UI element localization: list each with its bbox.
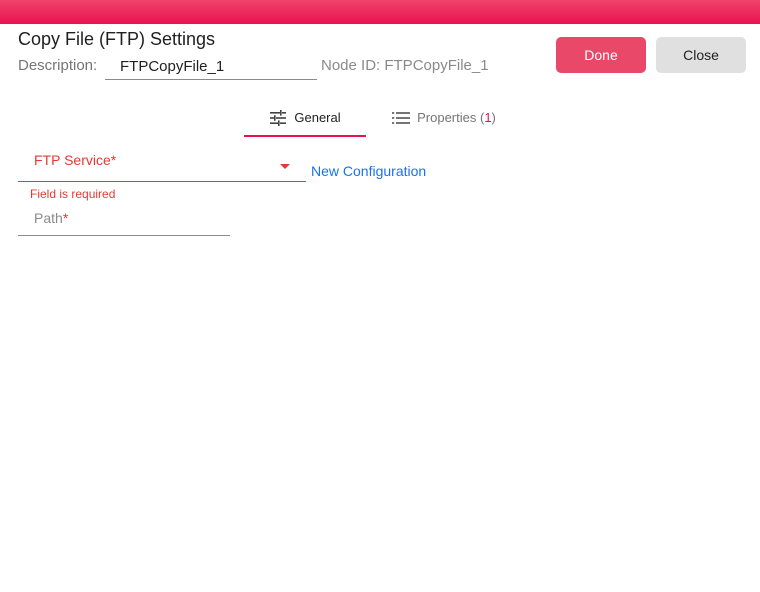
description-input[interactable] <box>105 54 317 80</box>
ftp-service-label: FTP Service* <box>34 152 116 168</box>
required-mark: * <box>110 152 117 168</box>
node-id-value: Node ID: FTPCopyFile_1 <box>321 57 489 74</box>
close-button[interactable]: Close <box>656 37 746 73</box>
tab-general[interactable]: General <box>244 100 366 137</box>
done-button[interactable]: Done <box>556 37 646 73</box>
path-label: Path* <box>34 210 68 226</box>
node-id-text: Node ID: FTPCopyFile_1 <box>321 57 489 74</box>
ftp-service-select[interactable]: FTP Service* <box>18 143 306 182</box>
path-input[interactable]: Path* <box>18 202 230 236</box>
description-label: Description: <box>18 57 98 74</box>
tab-general-label: General <box>294 110 341 125</box>
dropdown-caret-icon[interactable] <box>280 164 290 169</box>
ftp-service-label-text: FTP Service <box>34 152 111 168</box>
tab-properties-label: Properties ( <box>417 110 485 125</box>
top-accent-bar <box>0 0 760 24</box>
sliders-icon <box>270 109 287 126</box>
properties-count-badge: 1 <box>484 110 492 125</box>
ftp-service-error: Field is required <box>30 187 116 201</box>
dialog-title: Copy File (FTP) Settings <box>18 29 216 49</box>
tab-properties[interactable]: Properties (1) <box>392 100 496 135</box>
new-configuration-link[interactable]: New Configuration <box>311 163 426 179</box>
tab-properties-suffix: ) <box>491 110 496 125</box>
required-mark: * <box>62 210 69 226</box>
path-label-text: Path <box>34 210 63 226</box>
list-icon <box>392 111 411 124</box>
